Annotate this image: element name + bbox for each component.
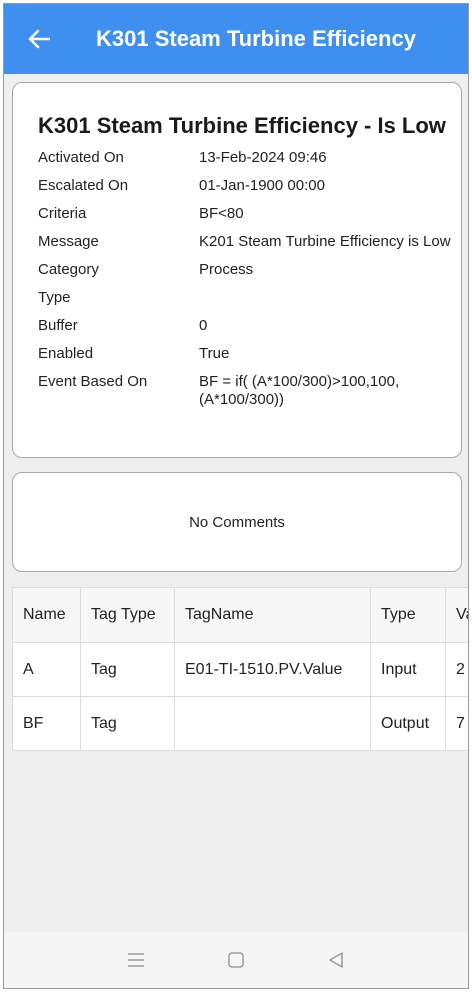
detail-value: 13-Feb-2024 09:46 bbox=[199, 149, 327, 166]
system-nav-bar bbox=[4, 932, 468, 988]
detail-row-type: Type bbox=[38, 289, 453, 307]
detail-label: Escalated On bbox=[38, 177, 129, 194]
cell-tagname: E01-TI-1510.PV.Value bbox=[174, 642, 371, 697]
recent-apps-button[interactable] bbox=[86, 932, 186, 988]
cell-name: BF bbox=[12, 696, 81, 751]
column-header-tag-type: Tag Type bbox=[80, 587, 175, 643]
detail-label: Category bbox=[38, 261, 99, 278]
table-header-row: Name Tag Type TagName Type Value bbox=[12, 587, 468, 643]
cell-type: Output bbox=[370, 696, 446, 751]
menu-icon bbox=[128, 953, 144, 967]
table-row[interactable]: A Tag E01-TI-1510.PV.Value Input 2 bbox=[12, 642, 468, 697]
alarm-title: K301 Steam Turbine Efficiency - Is Low bbox=[38, 113, 446, 138]
detail-value: Process bbox=[199, 261, 254, 278]
detail-value: 0 bbox=[199, 317, 208, 334]
detail-value: True bbox=[199, 345, 230, 362]
cell-tag-type: Tag bbox=[80, 696, 175, 751]
column-header-tagname: TagName bbox=[174, 587, 371, 643]
detail-row-escalated-on: Escalated On 01-Jan-1900 00:00 bbox=[38, 177, 453, 195]
column-header-value: Value bbox=[445, 587, 468, 643]
detail-row-criteria: Criteria BF<80 bbox=[38, 205, 453, 223]
cell-name: A bbox=[12, 642, 81, 697]
column-header-name: Name bbox=[12, 587, 81, 643]
comments-card: No Comments bbox=[12, 472, 462, 572]
detail-row-enabled: Enabled True bbox=[38, 345, 453, 363]
detail-row-activated-on: Activated On 13-Feb-2024 09:46 bbox=[38, 149, 453, 167]
details-list: Activated On 13-Feb-2024 09:46 Escalated… bbox=[38, 149, 453, 419]
cell-value: 7 bbox=[445, 696, 468, 751]
no-comments-text: No Comments bbox=[189, 513, 285, 531]
alarm-details-card: K301 Steam Turbine Efficiency - Is Low A… bbox=[12, 82, 462, 458]
cell-value: 2 bbox=[445, 642, 468, 697]
back-triangle-icon bbox=[329, 952, 343, 968]
detail-value: K201 Steam Turbine Efficiency is Low bbox=[199, 233, 451, 250]
cell-tagname bbox=[174, 696, 371, 751]
detail-label: Enabled bbox=[38, 345, 94, 362]
home-button[interactable] bbox=[186, 932, 286, 988]
detail-value: 01-Jan-1900 00:00 bbox=[199, 177, 325, 194]
detail-value: BF<80 bbox=[199, 205, 244, 222]
table-row[interactable]: BF Tag Output 7 bbox=[12, 696, 468, 751]
detail-label: Activated On bbox=[38, 149, 124, 166]
page-title: K301 Steam Turbine Efficiency bbox=[96, 26, 416, 51]
back-button[interactable] bbox=[4, 4, 74, 74]
home-square-icon bbox=[228, 952, 244, 968]
app-bar: K301 Steam Turbine Efficiency bbox=[4, 4, 468, 74]
detail-value bbox=[199, 289, 453, 307]
detail-value: BF = if( (A*100/300)>100,100,(A*100/300)… bbox=[199, 373, 400, 408]
detail-label: Message bbox=[38, 233, 99, 250]
detail-label: Event Based On bbox=[38, 373, 148, 390]
column-header-type: Type bbox=[370, 587, 446, 643]
cell-tag-type: Tag bbox=[80, 642, 175, 697]
detail-row-buffer: Buffer 0 bbox=[38, 317, 453, 335]
detail-row-category: Category Process bbox=[38, 261, 453, 279]
detail-row-event-based-on: Event Based On BF = if( (A*100/300)>100,… bbox=[38, 373, 453, 409]
system-back-button[interactable] bbox=[286, 932, 386, 988]
detail-label: Buffer bbox=[38, 317, 78, 334]
arrow-left-icon bbox=[28, 29, 50, 49]
detail-row-message: Message K201 Steam Turbine Efficiency is… bbox=[38, 233, 453, 251]
screen: K301 Steam Turbine Efficiency K301 Steam… bbox=[3, 3, 469, 989]
cell-type: Input bbox=[370, 642, 446, 697]
detail-label: Type bbox=[38, 289, 71, 306]
detail-label: Criteria bbox=[38, 205, 87, 222]
tag-table: Name Tag Type TagName Type Value A Tag E… bbox=[12, 587, 468, 751]
